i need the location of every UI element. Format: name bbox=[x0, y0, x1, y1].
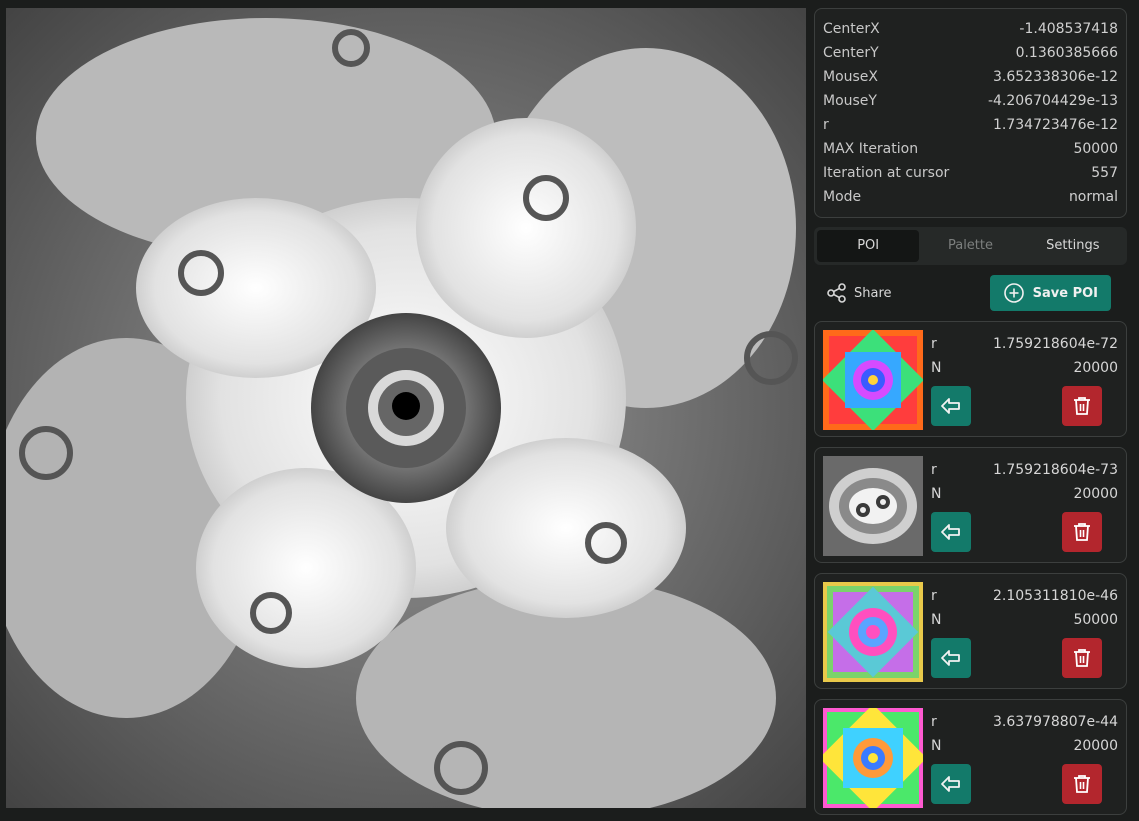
info-label: CenterX bbox=[823, 21, 880, 37]
poi-r-label: r bbox=[931, 588, 937, 604]
info-panel: CenterX -1.408537418 CenterY 0.1360385666 … bbox=[814, 8, 1127, 218]
tab-poi[interactable]: POI bbox=[817, 230, 920, 262]
poi-n-row: N 20000 bbox=[931, 482, 1118, 506]
arrow-left-icon bbox=[941, 650, 960, 666]
poi-actions: Share Save POI bbox=[814, 275, 1127, 311]
trash-icon bbox=[1074, 523, 1090, 541]
poi-thumbnail-image bbox=[823, 456, 923, 556]
load-poi-button[interactable] bbox=[931, 512, 971, 552]
tab-settings[interactable]: Settings bbox=[1022, 230, 1124, 262]
fractal-image bbox=[6, 8, 806, 808]
delete-poi-button[interactable] bbox=[1062, 512, 1102, 552]
arrow-left-icon bbox=[941, 398, 960, 414]
info-value: -1.408537418 bbox=[1019, 21, 1118, 37]
info-row-r: r 1.734723476e-12 bbox=[823, 113, 1118, 137]
poi-list: r 1.759218604e-72 N 20000 r 1.759218604e… bbox=[814, 321, 1127, 815]
poi-thumbnail[interactable] bbox=[823, 582, 923, 682]
info-row-mouse-x: MouseX 3.652338306e-12 bbox=[823, 65, 1118, 89]
poi-thumbnail-image bbox=[823, 582, 923, 682]
arrow-left-icon bbox=[941, 776, 960, 792]
trash-icon bbox=[1074, 775, 1090, 793]
info-value: 3.652338306e-12 bbox=[992, 69, 1118, 85]
load-poi-button[interactable] bbox=[931, 386, 971, 426]
poi-r-value: 1.759218604e-73 bbox=[992, 462, 1118, 478]
trash-icon bbox=[1074, 649, 1090, 667]
poi-n-row: N 50000 bbox=[931, 608, 1118, 632]
poi-r-value: 1.759218604e-72 bbox=[992, 336, 1118, 352]
share-button[interactable]: Share bbox=[826, 282, 892, 304]
info-row-center-y: CenterY 0.1360385666 bbox=[823, 41, 1118, 65]
info-value: -4.206704429e-13 bbox=[987, 93, 1118, 109]
poi-r-row: r 1.759218604e-73 bbox=[931, 458, 1118, 482]
info-label: Mode bbox=[823, 189, 862, 205]
info-value: normal bbox=[1068, 189, 1118, 205]
trash-icon bbox=[1074, 397, 1090, 415]
share-label: Share bbox=[854, 285, 892, 301]
poi-n-value: 20000 bbox=[1073, 738, 1118, 754]
poi-thumbnail[interactable] bbox=[823, 708, 923, 808]
poi-n-row: N 20000 bbox=[931, 356, 1118, 380]
poi-n-label: N bbox=[931, 360, 942, 376]
poi-n-value: 20000 bbox=[1073, 486, 1118, 502]
poi-n-row: N 20000 bbox=[931, 734, 1118, 758]
poi-r-value: 2.105311810e-46 bbox=[992, 588, 1118, 604]
poi-card: r 3.637978807e-44 N 20000 bbox=[814, 699, 1127, 815]
poi-card: r 1.759218604e-72 N 20000 bbox=[814, 321, 1127, 437]
arrow-left-icon bbox=[941, 524, 960, 540]
poi-n-label: N bbox=[931, 486, 942, 502]
info-label: MouseX bbox=[823, 69, 879, 85]
poi-card: r 2.105311810e-46 N 50000 bbox=[814, 573, 1127, 689]
info-label: r bbox=[823, 117, 829, 133]
poi-n-value: 20000 bbox=[1073, 360, 1118, 376]
tab-bar: POI Palette Settings bbox=[814, 227, 1127, 265]
load-poi-button[interactable] bbox=[931, 764, 971, 804]
info-label: Iteration at cursor bbox=[823, 165, 950, 181]
info-row-iteration-at-cursor: Iteration at cursor 557 bbox=[823, 161, 1118, 185]
info-row-center-x: CenterX -1.408537418 bbox=[823, 17, 1118, 41]
poi-thumbnail-image bbox=[823, 330, 923, 430]
poi-r-value: 3.637978807e-44 bbox=[992, 714, 1118, 730]
info-row-mouse-y: MouseY -4.206704429e-13 bbox=[823, 89, 1118, 113]
info-value: 1.734723476e-12 bbox=[992, 117, 1118, 133]
poi-r-row: r 3.637978807e-44 bbox=[931, 710, 1118, 734]
info-value: 50000 bbox=[1073, 141, 1118, 157]
poi-n-label: N bbox=[931, 738, 942, 754]
tab-palette[interactable]: Palette bbox=[919, 230, 1021, 262]
save-poi-button[interactable]: Save POI bbox=[989, 275, 1111, 311]
info-label: MAX Iteration bbox=[823, 141, 919, 157]
poi-r-label: r bbox=[931, 714, 937, 730]
poi-n-value: 50000 bbox=[1073, 612, 1118, 628]
load-poi-button[interactable] bbox=[931, 638, 971, 678]
poi-r-row: r 2.105311810e-46 bbox=[931, 584, 1118, 608]
poi-thumbnail[interactable] bbox=[823, 330, 923, 430]
delete-poi-button[interactable] bbox=[1062, 386, 1102, 426]
share-icon bbox=[827, 283, 846, 303]
fractal-canvas[interactable] bbox=[6, 8, 806, 808]
delete-poi-button[interactable] bbox=[1062, 764, 1102, 804]
info-value: 0.1360385666 bbox=[1015, 45, 1118, 61]
save-poi-label: Save POI bbox=[1032, 285, 1098, 301]
poi-thumbnail-image bbox=[823, 708, 923, 808]
plus-circle-icon bbox=[1003, 283, 1024, 303]
info-label: CenterY bbox=[823, 45, 879, 61]
poi-n-label: N bbox=[931, 612, 942, 628]
info-value: 557 bbox=[1091, 165, 1118, 181]
sidebar: CenterX -1.408537418 CenterY 0.1360385666 … bbox=[814, 8, 1127, 815]
poi-thumbnail[interactable] bbox=[823, 456, 923, 556]
delete-poi-button[interactable] bbox=[1062, 638, 1102, 678]
poi-r-label: r bbox=[931, 336, 937, 352]
info-label: MouseY bbox=[823, 93, 877, 109]
poi-r-row: r 1.759218604e-72 bbox=[931, 332, 1118, 356]
poi-r-label: r bbox=[931, 462, 937, 478]
info-row-mode: Mode normal bbox=[823, 185, 1118, 209]
info-row-max-iteration: MAX Iteration 50000 bbox=[823, 137, 1118, 161]
poi-card: r 1.759218604e-73 N 20000 bbox=[814, 447, 1127, 563]
